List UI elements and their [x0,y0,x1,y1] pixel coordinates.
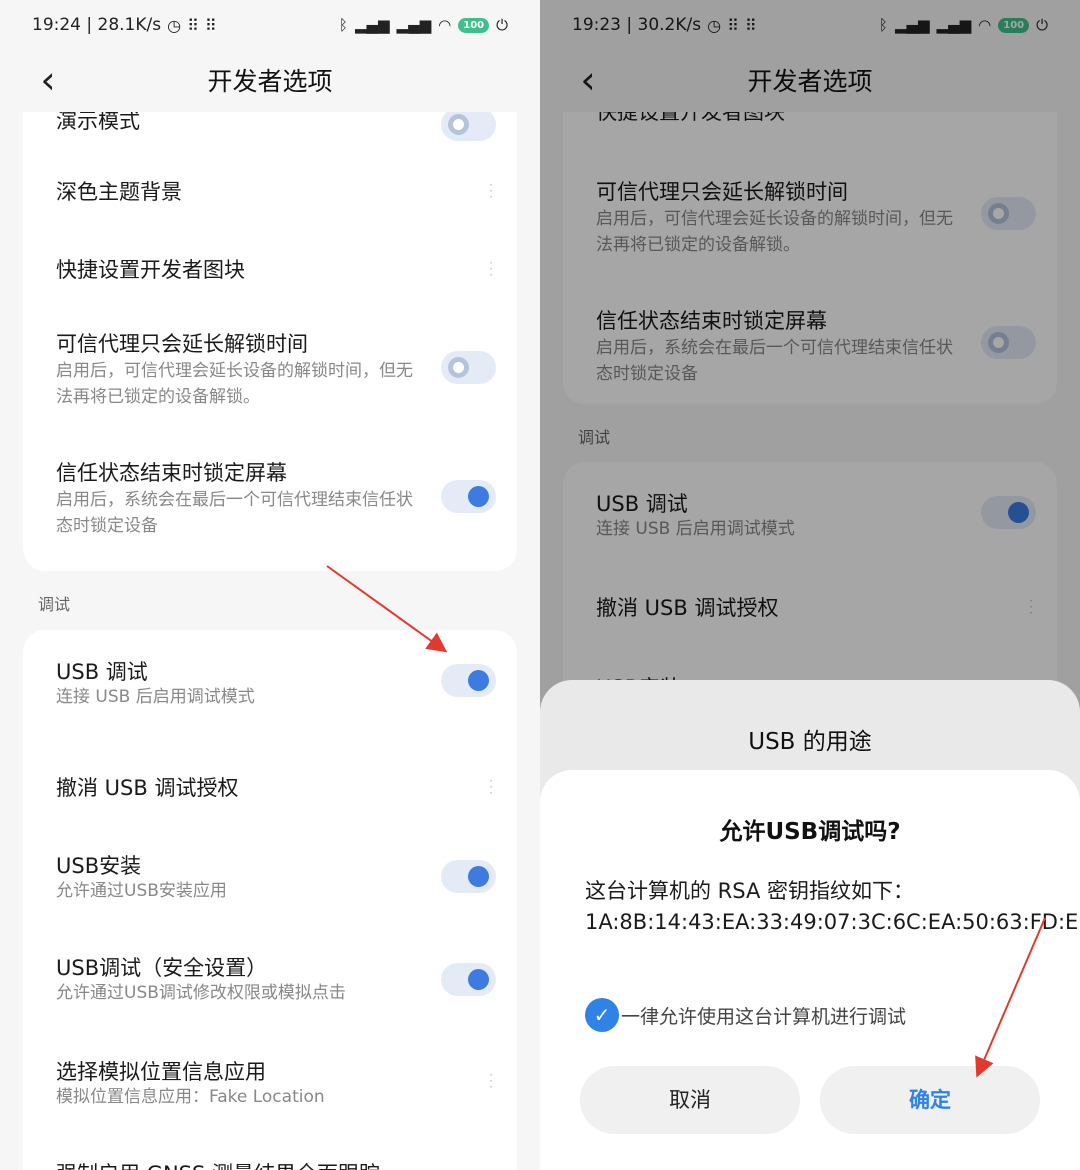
grid-icon: ⠿ [187,15,199,35]
setting-quick-tiles[interactable]: 快捷设置开发者图块 · · · [23,220,517,298]
demo-mode-toggle[interactable] [441,112,496,141]
more-icon: · · · [489,256,493,282]
settings-card: 演示模式 深色主题背景 · · · 快捷设置开发者图块 · · · 可信代理只会延长解锁… [23,112,517,571]
setting-revoke-usb[interactable]: 撤消 USB 调试授权 · · · [23,748,517,830]
wifi-icon: ◠ [438,16,452,34]
cancel-button[interactable]: 取消 [580,1066,800,1134]
setting-subtitle: 允许通过USB调试修改权限或模拟点击 [56,983,346,1003]
checkbox-label: 一律允许使用这台计算机进行调试 [621,1005,907,1028]
left-screen: 19:24 | 28.1K/s ◷ ⠿ ⠿ ᛒ ▂▄▆ ▂▄▆ ◠ 100 ⏻ … [0,0,540,1170]
setting-subtitle: 连接 USB 后启用调试模式 [56,687,255,707]
grid-icon: ⠿ [204,15,217,35]
usb-secure-toggle[interactable] [441,963,496,996]
status-bar: 19:24 | 28.1K/s ◷ ⠿ ⠿ ᛒ ▂▄▆ ▂▄▆ ◠ 100 ⏻ [0,0,540,50]
status-time-speed: 19:24 | 28.1K/s [32,15,162,35]
setting-usb-debug[interactable]: USB 调试 连接 USB 后启用调试模式 [23,630,517,748]
usb-install-toggle[interactable] [441,860,496,893]
setting-subtitle: 允许通过USB安装应用 [56,881,227,901]
alarm-icon: ◷ [167,15,182,35]
setting-subtitle: 启用后，系统会在最后一个可信代理结束信任状态时锁定设备 [56,490,413,536]
always-allow-option[interactable]: ✓ 一律允许使用这台计算机进行调试 [585,998,906,1032]
setting-dark-theme[interactable]: 深色主题背景 · · · [23,142,517,220]
setting-subtitle: 模拟位置信息应用：Fake Location [56,1087,325,1107]
setting-title: 强制启用 GNSS 测量结果全面跟踪 [56,1158,380,1170]
setting-title: 选择模拟位置信息应用 [56,1060,266,1084]
settings-card-debug: USB 调试 连接 USB 后启用调试模式 撤消 USB 调试授权 ··· US… [23,630,517,1170]
setting-title: 快捷设置开发者图块 [56,258,245,282]
setting-usb-install[interactable]: USB安装 允许通过USB安装应用 [23,830,517,932]
setting-title: 演示模式 [56,112,140,133]
setting-mock-location[interactable]: 选择模拟位置信息应用 模拟位置信息应用：Fake Location · · · [23,1036,517,1140]
title-bar: ‹ 开发者选项 [0,50,540,112]
bluetooth-icon: ᛒ [338,16,348,34]
checkbox-checked-icon[interactable]: ✓ [585,998,619,1032]
trust-lock-toggle[interactable] [441,480,496,513]
more-icon: · · · [489,774,493,800]
more-icon: · · · [489,1068,493,1094]
trust-agent-toggle[interactable] [441,351,496,384]
setting-trust-lock[interactable]: 信任状态结束时锁定屏幕 启用后，系统会在最后一个可信代理结束信任状态时锁定设备 [23,427,517,571]
page-title: 开发者选项 [207,67,333,96]
section-header-debug: 调试 [38,595,71,614]
usb-debug-dialog: 允许USB调试吗? 这台计算机的 RSA 密钥指纹如下：1A:8B:14:43:… [540,770,1080,1170]
setting-gnss[interactable]: 强制启用 GNSS 测量结果全面跟踪 [23,1140,517,1170]
setting-title: USB 调试 [56,660,148,684]
settings-list[interactable]: 演示模式 深色主题背景 · · · 快捷设置开发者图块 · · · 可信代理只会延长解锁… [0,112,540,1170]
setting-title: USB安装 [56,854,142,878]
setting-title: 可信代理只会延长解锁时间 [56,332,308,356]
setting-demo-mode[interactable]: 演示模式 [23,112,517,142]
setting-usb-secure[interactable]: USB调试（安全设置） 允许通过USB调试修改权限或模拟点击 [23,932,517,1036]
ok-button[interactable]: 确定 [820,1066,1040,1134]
setting-subtitle: 启用后，可信代理会延长设备的解锁时间，但无法再将已锁定的设备解锁。 [56,361,413,407]
signal-icon: ▂▄▆ [396,16,432,34]
dialog-title: 允许USB调试吗? [719,819,901,845]
setting-trust-agent[interactable]: 可信代理只会延长解锁时间 启用后，可信代理会延长设备的解锁时间，但无法再将已锁定… [23,298,517,427]
dialog-message: 这台计算机的 RSA 密钥指纹如下：1A:8B:14:43:EA:33:49:0… [585,879,1080,934]
usb-debug-toggle[interactable] [441,664,496,697]
right-screen: 19:23 | 30.2K/s ◷ ⠿ ⠿ ᛒ ▂▄▆ ▂▄▆ ◠ 100 ⏻ … [540,0,1080,1170]
signal-icon: ▂▄▆ [354,16,390,34]
power-icon: ⏻ [496,16,508,34]
setting-title: 信任状态结束时锁定屏幕 [56,461,287,485]
more-icon: · · · [489,178,493,204]
setting-title: 撤消 USB 调试授权 [56,776,239,800]
setting-title: 深色主题背景 [56,180,182,204]
battery-icon: 100 [458,17,490,33]
sheet-title: USB 的用途 [748,729,872,755]
setting-title: USB调试（安全设置） [56,956,268,980]
